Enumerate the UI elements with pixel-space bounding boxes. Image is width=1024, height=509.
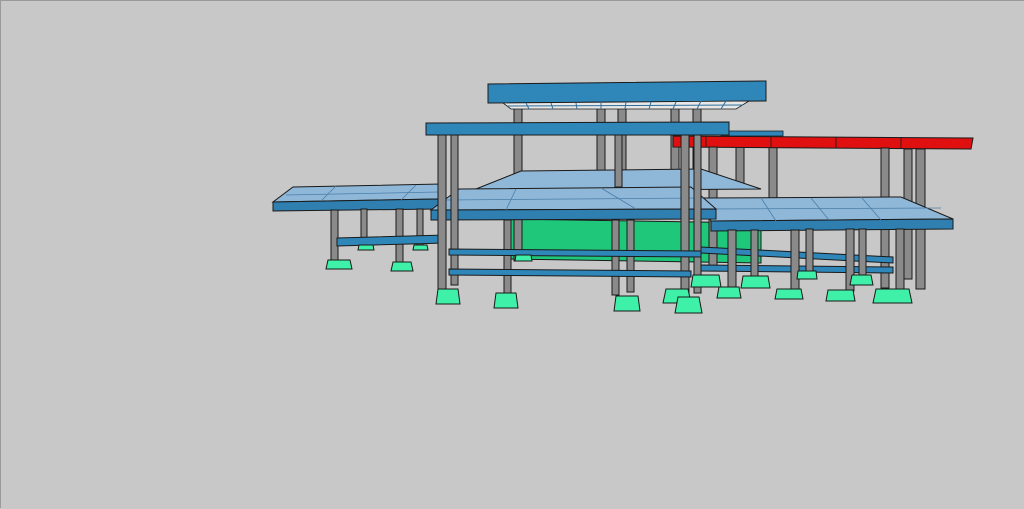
footing [796,270,818,280]
footing [716,286,742,299]
left-frame [330,208,447,265]
front-tie-beams [448,248,702,278]
roof-top [487,80,767,110]
column [596,100,606,182]
footing [774,288,804,300]
slab-front [429,186,718,221]
footing [740,275,771,289]
footing [435,288,461,305]
3d-viewport[interactable] [0,0,1024,508]
footing [325,259,353,270]
slab-right [700,196,954,232]
structural-model-render [271,80,974,314]
footing [674,296,703,314]
roof-top-face [487,80,767,104]
footing [493,292,519,309]
footing [390,261,414,272]
roof-middle [425,121,730,136]
right-frame [700,228,905,292]
footing [872,288,913,304]
footing [825,289,856,302]
footing [613,295,641,312]
footing [849,274,874,286]
footing [357,244,375,251]
footing [412,244,429,251]
footing [690,274,722,288]
footing [514,254,533,262]
column [768,145,778,202]
slab-left [271,183,442,212]
